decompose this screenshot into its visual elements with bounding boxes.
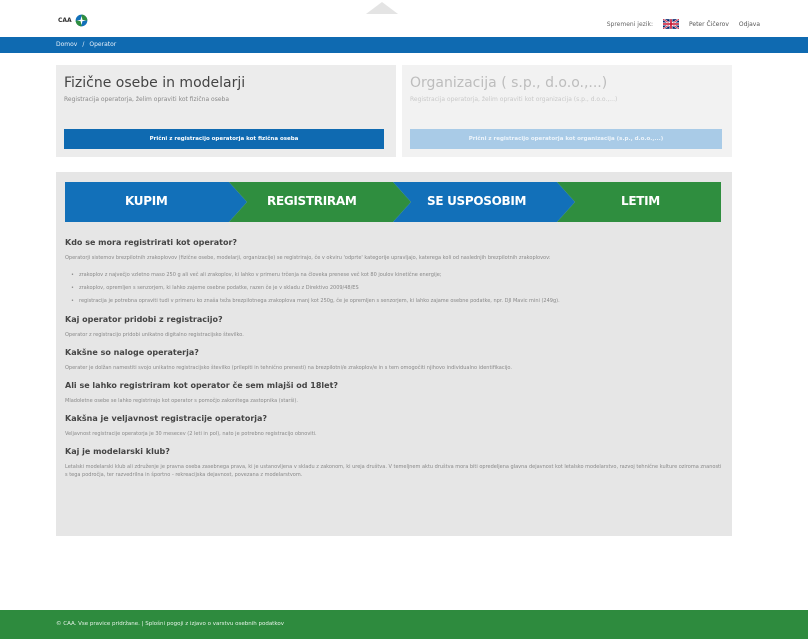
step-letim-label: LETIM — [621, 194, 660, 208]
faq-answer: Letalski modelarski klub ali združenje j… — [65, 464, 722, 478]
footer: © CAA. Vse pravice pridržane. | Splošni … — [0, 610, 808, 639]
individual-card: Fizične osebe in modelarji Registracija … — [56, 65, 396, 157]
language-label: Spremeni jezik: — [606, 20, 653, 28]
step-registriram-label: REGISTRIRAM — [267, 194, 357, 208]
organization-card-title: Organizacija ( s.p., d.o.o.,...) — [410, 75, 608, 91]
faq-answer: Operator z registracijo pridobi unikatno… — [65, 332, 244, 338]
faq-answer: Operatorji sistemov brezpilotnih zrakopl… — [65, 255, 551, 261]
logout-link[interactable]: Odjava — [739, 21, 760, 28]
user-name-link[interactable]: Peter Čičerov — [689, 21, 729, 28]
footer-terms-link[interactable]: Splošni pogoji z izjavo o varstvu osebni… — [145, 621, 284, 627]
breadcrumb: Domov / Operator — [56, 41, 116, 48]
faq-question: Kakšne so naloge operaterja? — [65, 348, 199, 357]
faq-answer: Mladoletne osebe se lahko registrirajo k… — [65, 398, 298, 404]
step-kupim-label: KUPIM — [125, 194, 168, 208]
organization-card-subtitle: Registracija operatorja, želim opraviti … — [410, 96, 618, 103]
start-individual-registration-button[interactable]: Prični z registracijo operatorja kot fiz… — [64, 129, 384, 149]
top-bar: CAA Spremeni jezik: Peter Čičerov Odjava — [0, 0, 808, 36]
uk-flag-icon[interactable] — [662, 19, 679, 29]
info-panel: KUPIM REGISTRIRAM SE USPOSOBIM LETIM Kdo… — [56, 172, 732, 536]
faq-question: Kdo se mora registrirati kot operator? — [65, 238, 238, 247]
footer-copyright: © CAA. Vse pravice pridržane. — [56, 621, 140, 627]
logo-icon — [75, 14, 88, 27]
logo[interactable]: CAA — [58, 14, 88, 27]
faq-list-item: zrakoplov z največjo vzletno maso 250 g … — [65, 271, 725, 279]
breadcrumb-bar: Domov / Operator — [0, 37, 808, 53]
faq-answer: Veljavnost registracije operatorja je 30… — [65, 431, 317, 437]
process-steps: KUPIM REGISTRIRAM SE USPOSOBIM LETIM — [65, 182, 721, 222]
faq-question: Kakšna je veljavnost registracije operat… — [65, 414, 268, 423]
faq-question: Ali se lahko registriram kot operator če… — [65, 381, 339, 390]
organization-card: Organizacija ( s.p., d.o.o.,...) Registr… — [402, 65, 732, 157]
footer-separator: | — [141, 621, 144, 627]
footer-text: © CAA. Vse pravice pridržane. | Splošni … — [56, 621, 284, 627]
step-se-usposobim-label: SE USPOSOBIM — [427, 194, 527, 208]
breadcrumb-separator: / — [82, 41, 85, 48]
faq-answer: Operater je dolžan namestiti svojo unika… — [65, 365, 512, 371]
faq-list-item: zrakoplov, opremljen s senzorjem, ki lah… — [65, 284, 725, 292]
tab-notch-icon — [366, 2, 398, 14]
individual-card-subtitle: Registracija operatorja, želim opraviti … — [64, 96, 230, 103]
header-user-area: Spremeni jezik: Peter Čičerov Odjava — [607, 19, 760, 29]
individual-card-title: Fizične osebe in modelarji — [64, 75, 246, 91]
faq-question: Kaj operator pridobi z registracijo? — [65, 315, 223, 324]
faq-content: Kdo se mora registrirati kot operator? O… — [65, 238, 725, 488]
faq-question: Kaj je modelarski klub? — [65, 447, 170, 456]
breadcrumb-current: Operator — [89, 41, 117, 48]
faq-list-item: registracija je potrebna opraviti tudi v… — [65, 297, 725, 305]
logo-text: CAA — [58, 17, 72, 24]
breadcrumb-home-link[interactable]: Domov — [56, 41, 77, 48]
start-organization-registration-button[interactable]: Prični z registracijo operatorja kot org… — [410, 129, 722, 149]
